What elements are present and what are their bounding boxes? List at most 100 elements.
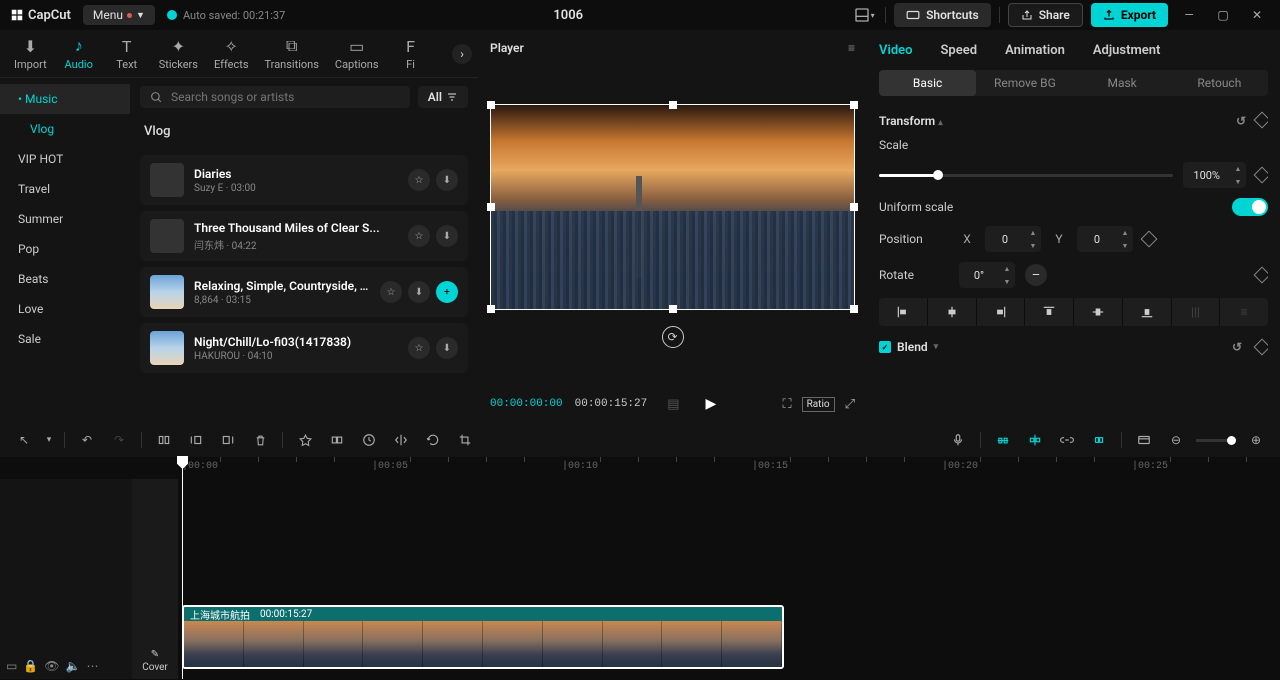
category-love[interactable]: Love [0,294,130,324]
playhead[interactable] [182,457,183,679]
nav-tab-audio[interactable]: ♪Audio [55,30,103,78]
favorite-icon[interactable]: ☆ [380,281,402,303]
align-left[interactable] [879,298,928,326]
magnet-tool[interactable] [989,427,1017,453]
preview-tool[interactable] [1085,427,1113,453]
share-button[interactable]: Share [1008,3,1083,27]
rotate-tool[interactable] [419,427,447,453]
search-input-wrap[interactable] [140,86,410,108]
align-center-h[interactable] [928,298,977,326]
resize-handle-s[interactable] [669,305,677,313]
group-tool[interactable] [323,427,351,453]
player-menu-icon[interactable]: ≡ [848,41,855,55]
track-visibility-icon[interactable]: 👁 [44,659,59,673]
track-item[interactable]: Night/Chill/Lo-fi03(1417838)HAKUROU · 04… [140,323,468,373]
scale-step-up[interactable]: ▲ [1230,162,1246,175]
crop-tool[interactable] [451,427,479,453]
track-item[interactable]: Relaxing, Simple, Countryside, Tr...8,86… [140,267,468,317]
trim-right-tool[interactable] [214,427,242,453]
resize-handle-nw[interactable] [487,101,495,109]
favorite-icon[interactable]: ☆ [408,169,430,191]
zoom-in[interactable]: ⊕ [1242,427,1270,453]
download-icon[interactable]: ⬇ [436,337,458,359]
rotate-input[interactable]: 0°▲▼ [959,262,1015,288]
add-track-button[interactable]: + [436,281,458,303]
track-item[interactable]: Three Thousand Miles of Clear S...闫东炜 · … [140,211,468,261]
fullscreen-icon[interactable]: ⤢ [845,397,855,412]
filter-button[interactable]: All [418,86,468,108]
resize-handle-e[interactable] [850,203,858,211]
zoom-out[interactable]: ⊖ [1162,427,1190,453]
align-bottom[interactable] [1123,298,1172,326]
maximize-button[interactable]: ▢ [1210,2,1236,28]
list-view-icon[interactable]: ▤ [667,397,679,412]
nav-tab-transitions[interactable]: ⧉Transitions [257,30,327,78]
category-pop[interactable]: Pop [0,234,130,264]
sync-icon[interactable]: ⟳ [662,326,684,348]
inspector-tab-animation[interactable]: Animation [1005,43,1065,58]
favorite-icon[interactable]: ☆ [408,337,430,359]
delete-tool[interactable] [246,427,274,453]
resize-handle-w[interactable] [487,203,495,211]
nav-tab-effects[interactable]: ✧Effects [206,30,257,78]
inspector-tab-speed[interactable]: Speed [941,43,978,58]
nav-tab-import[interactable]: ⬇Import [6,30,55,78]
category-travel[interactable]: Travel [0,174,130,204]
blend-checkbox[interactable]: ✓ [879,341,891,353]
split-tool[interactable] [150,427,178,453]
timeline-settings[interactable] [1130,427,1158,453]
scale-slider[interactable] [879,174,1173,177]
inspector-tab-adjustment[interactable]: Adjustment [1093,43,1161,58]
uniform-scale-toggle[interactable] [1232,198,1268,216]
track-more-icon[interactable]: ⋯ [86,659,98,673]
keyframe-transform[interactable] [1254,112,1268,129]
link-tool[interactable] [1053,427,1081,453]
category-music[interactable]: • Music [0,84,130,114]
nav-tab-stickers[interactable]: ✦Stickers [151,30,206,78]
zoom-slider[interactable] [1196,439,1236,442]
scale-value-input[interactable]: 100% ▲▼ [1183,162,1246,188]
video-clip[interactable]: 上海城市航拍 00:00:15:27 [182,605,784,669]
resize-handle-n[interactable] [669,101,677,109]
nav-tab-text[interactable]: TText [103,30,151,78]
favorite-icon[interactable]: ☆ [408,225,430,247]
keyframe-scale[interactable] [1254,167,1268,184]
category-vlog[interactable]: Vlog [0,114,130,144]
pos-x-input[interactable]: 0▲▼ [985,226,1041,252]
align-center-v[interactable] [1074,298,1123,326]
redo-button[interactable]: ↷ [105,427,133,453]
mark-tool[interactable] [291,427,319,453]
keyframe-position[interactable] [1141,231,1158,248]
reset-transform-icon[interactable]: ↺ [1236,114,1246,128]
track-lock-icon[interactable]: 🔒 [23,659,38,673]
category-summer[interactable]: Summer [0,204,130,234]
play-button[interactable]: ▶ [706,396,717,412]
ratio-button[interactable]: Ratio [802,397,835,412]
inspector-tab-video[interactable]: Video [879,43,913,58]
download-icon[interactable]: ⬇ [408,281,430,303]
subtab-mask[interactable]: Mask [1074,70,1171,96]
menu-button[interactable]: Menu ▼ [83,5,155,25]
resize-handle-ne[interactable] [850,101,858,109]
minimize-button[interactable]: — [1176,2,1202,28]
category-sale[interactable]: Sale [0,324,130,354]
resize-handle-se[interactable] [850,305,858,313]
mirror-tool[interactable] [387,427,415,453]
player-canvas[interactable] [490,104,855,310]
reset-blend-icon[interactable]: ↺ [1232,340,1242,354]
category-beats[interactable]: Beats [0,264,130,294]
cover-button[interactable]: ✎ Cover [132,479,178,679]
tabs-scroll-right[interactable]: › [452,44,472,64]
track-mute-icon[interactable]: 🔈 [66,659,81,673]
close-button[interactable]: ✕ [1244,2,1270,28]
scale-step-down[interactable]: ▼ [1230,175,1246,188]
layout-icon[interactable]: ▾ [851,2,877,28]
trim-left-tool[interactable] [182,427,210,453]
subtab-retouch[interactable]: Retouch [1171,70,1268,96]
tool-dropdown[interactable]: ▾ [42,427,56,453]
mic-button[interactable] [944,427,972,453]
download-icon[interactable]: ⬇ [436,169,458,191]
resize-handle-sw[interactable] [487,305,495,313]
selection-tool[interactable]: ↖ [10,427,38,453]
nav-tab-fi[interactable]: FFi [387,30,435,78]
